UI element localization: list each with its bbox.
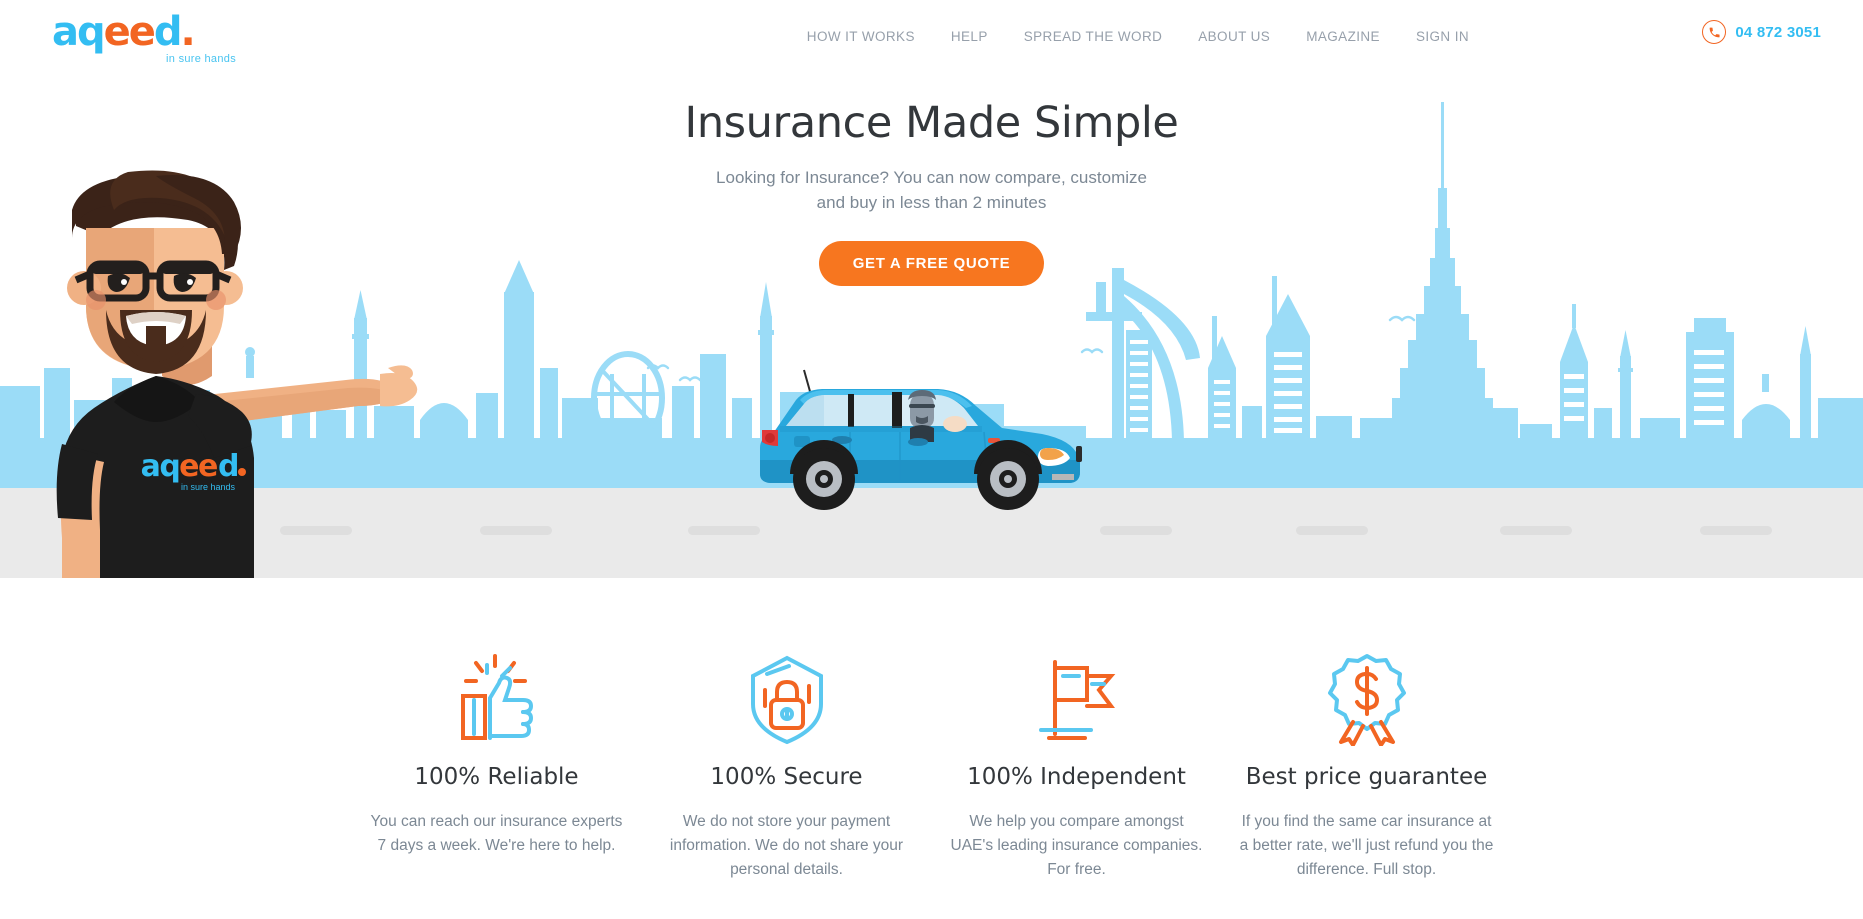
landing-page: aq ee d in sure hands Insurance Made Sim… xyxy=(0,0,1863,919)
main-navigation: HOW IT WORKS HELP SPREAD THE WORD ABOUT … xyxy=(789,25,1487,47)
svg-text:aq: aq xyxy=(141,449,180,484)
logo-wordmark: aqeed. xyxy=(52,12,242,52)
nav-spread-the-word[interactable]: SPREAD THE WORD xyxy=(1006,29,1181,44)
feature-card-reliable: 100% Reliable You can reach our insuranc… xyxy=(352,638,642,919)
page-title: Insurance Made Simple xyxy=(684,98,1179,148)
logo-text-ee: ee xyxy=(103,9,156,55)
feature-description: You can reach our insurance experts 7 da… xyxy=(370,813,623,854)
blue-suv-car-illustration xyxy=(760,369,1082,510)
nav-sign-in[interactable]: SIGN IN xyxy=(1398,29,1487,44)
feature-title: 100% Independent xyxy=(967,764,1186,790)
logo-dot: . xyxy=(180,9,196,55)
phone-number: 04 872 3051 xyxy=(1735,23,1821,41)
logo-text-aq: aq xyxy=(52,9,106,55)
dollar-badge-icon xyxy=(1240,638,1494,746)
hero-subtitle-line-1: Looking for Insurance? You can now compa… xyxy=(716,168,1147,187)
flag-icon xyxy=(950,638,1204,746)
logo-text-d: d xyxy=(153,9,183,55)
thumbs-up-icon xyxy=(370,638,624,746)
feature-description: If you find the same car insurance at a … xyxy=(1239,813,1494,878)
feature-description: We do not store your payment information… xyxy=(669,813,904,878)
road-dash-mark xyxy=(1296,526,1368,535)
get-a-free-quote-button[interactable]: GET A FREE QUOTE xyxy=(818,241,1045,286)
hero-subtitle-line-2: and buy in less than 2 minutes xyxy=(816,193,1047,212)
nav-help[interactable]: HELP xyxy=(933,29,1006,44)
phone-contact[interactable]: 04 872 3051 xyxy=(1702,20,1821,44)
phone-icon xyxy=(1702,20,1727,44)
feature-title: 100% Reliable xyxy=(414,764,579,790)
feature-card-best-price: Best price guarantee If you find the sam… xyxy=(1222,638,1512,919)
svg-text:d: d xyxy=(218,449,238,484)
man-pointing-illustration: aq ee d in sure hands xyxy=(56,170,418,578)
nav-magazine[interactable]: MAGAZINE xyxy=(1288,29,1398,44)
feature-card-independent: 100% Independent We help you compare amo… xyxy=(932,638,1222,919)
svg-text:ee: ee xyxy=(179,449,217,484)
features-row: 100% Reliable You can reach our insuranc… xyxy=(352,638,1512,919)
road-dash-mark xyxy=(1700,526,1772,535)
shield-lock-icon xyxy=(660,638,914,746)
road-dash-mark xyxy=(480,526,552,535)
feature-title: Best price guarantee xyxy=(1245,764,1488,790)
road-dash-mark xyxy=(1100,526,1172,535)
svg-text:in sure hands: in sure hands xyxy=(181,482,236,492)
nav-about-us[interactable]: ABOUT US xyxy=(1180,29,1288,44)
feature-title: 100% Secure xyxy=(710,764,863,790)
road-dash-mark xyxy=(1500,526,1572,535)
aqeed-logo[interactable]: aqeed. in sure hands xyxy=(52,12,242,72)
site-header: aqeed. in sure hands HOW IT WORKS HELP S… xyxy=(0,0,1863,86)
road-dash-mark xyxy=(688,526,760,535)
feature-card-secure: 100% Secure We do not store your payment… xyxy=(642,638,932,919)
hero-section: aq ee d in sure hands Insurance Made Sim… xyxy=(0,0,1863,578)
features-section: 100% Reliable You can reach our insuranc… xyxy=(0,578,1863,919)
feature-description: We help you compare amongst UAE's leadin… xyxy=(950,813,1203,878)
nav-how-it-works[interactable]: HOW IT WORKS xyxy=(789,29,933,44)
